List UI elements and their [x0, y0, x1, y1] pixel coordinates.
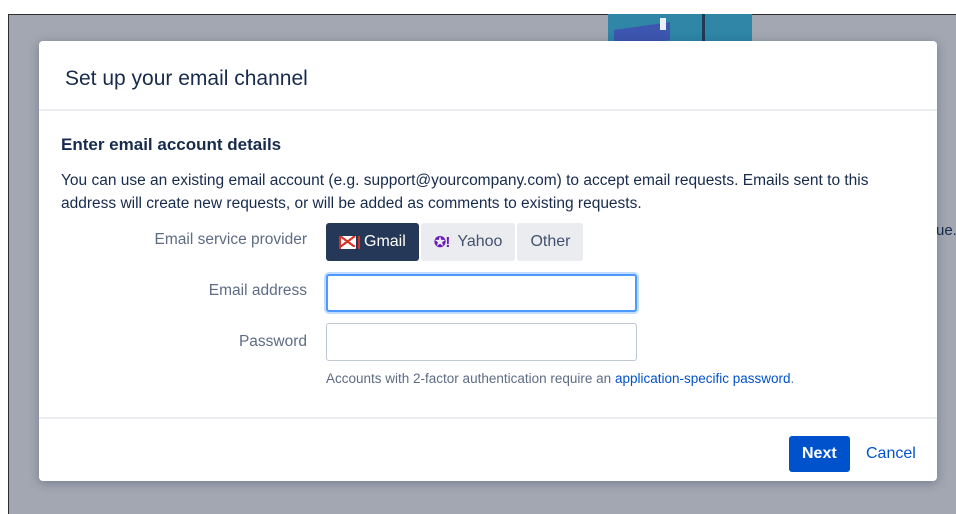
background-illustration-pole: [702, 14, 705, 44]
email-channel-dialog: Set up your email channel Enter email ac…: [39, 41, 937, 481]
provider-other-button[interactable]: Other: [517, 223, 584, 261]
dialog-header: Set up your email channel: [39, 41, 937, 111]
background-partial-text: ue.: [936, 222, 956, 239]
help-text-body: Accounts with 2-factor authentication re…: [326, 371, 612, 386]
dialog-footer: Next Cancel: [39, 417, 937, 481]
help-text-suffix: .: [790, 371, 795, 386]
section-description: You can use an existing email account (e…: [61, 172, 869, 212]
background-illustration-mark: [660, 18, 666, 30]
two-factor-help-text: Accounts with 2-factor authentication re…: [326, 371, 794, 386]
next-button[interactable]: Next: [789, 436, 850, 472]
provider-gmail-label: Gmail: [364, 233, 406, 250]
dialog-title: Set up your email channel: [65, 67, 308, 90]
email-address-input[interactable]: [326, 274, 637, 312]
password-label: Password: [238, 333, 307, 350]
gmail-icon: [339, 235, 360, 249]
password-input[interactable]: [326, 323, 637, 361]
provider-yahoo-label: Yahoo: [457, 233, 503, 250]
app-specific-password-link[interactable]: application-specific password: [615, 371, 791, 386]
provider-label: Email service provider: [154, 231, 307, 248]
section-title: Enter email account details: [61, 135, 282, 154]
yahoo-icon: ✪!: [433, 234, 451, 251]
background-illustration: [608, 14, 752, 48]
email-label: Email address: [208, 282, 307, 299]
dialog-body: Enter email account details You can use …: [39, 111, 937, 215]
provider-gmail-button[interactable]: Gmail: [326, 223, 419, 261]
cancel-button[interactable]: Cancel: [866, 436, 916, 472]
provider-toggle-group: Gmail ✪! Yahoo Other: [326, 223, 584, 261]
provider-other-label: Other: [530, 233, 571, 250]
provider-yahoo-button[interactable]: ✪! Yahoo: [420, 223, 516, 261]
